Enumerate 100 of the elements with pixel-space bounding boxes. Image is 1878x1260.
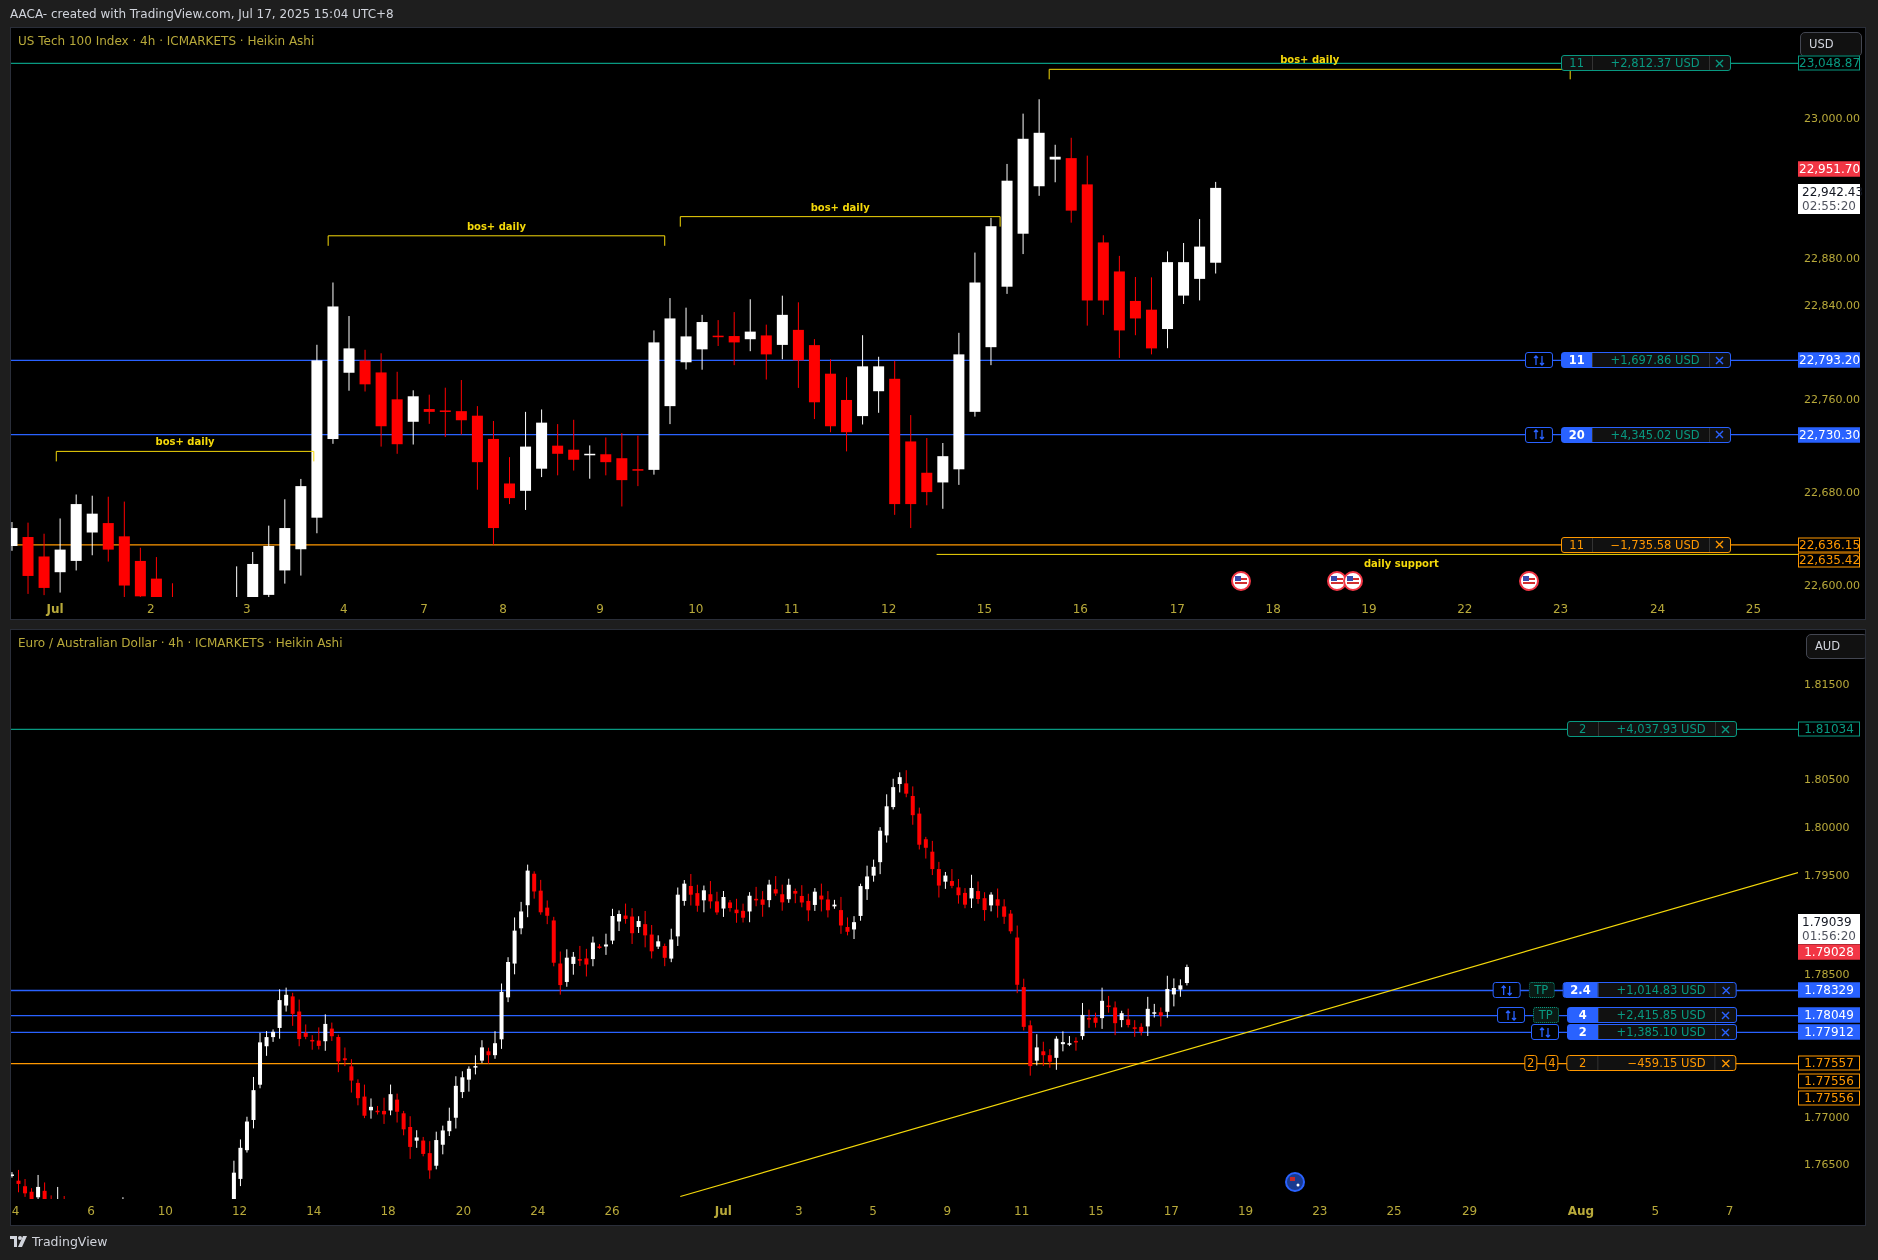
currency-button[interactable]: AUD [1806, 633, 1865, 659]
drawing-label: bos+ daily [810, 201, 870, 213]
date-tick: 7 [1725, 1203, 1734, 1218]
order-pnl: +4,037.93 USD [1598, 722, 1716, 737]
date-tick: 16 [1072, 602, 1088, 617]
price-label: 1.77556 [1798, 1073, 1860, 1089]
price-tick: 1.80500 [1804, 773, 1850, 786]
order-tag[interactable]: 11 +2,812.37 USD [1560, 55, 1731, 72]
date-tick: 12 [231, 1203, 248, 1218]
price-label: 22,793.20 [1798, 352, 1860, 368]
date-tick: 7 [420, 602, 428, 617]
order-pnl: −1,735.58 USD [1592, 537, 1710, 552]
order-pnl: +1,385.10 USD [1598, 1025, 1716, 1040]
price-tick: 22,760.00 [1804, 392, 1860, 406]
drawing-label: bos+ daily [466, 220, 526, 232]
take-profit-button[interactable]: TP [1528, 982, 1555, 999]
date-tick: 3 [242, 602, 251, 617]
date-tick: 26 [604, 1203, 620, 1218]
price-tick: 1.78500 [1804, 967, 1850, 980]
drawing-label: bos+ daily [1280, 53, 1340, 65]
date-tick: 6 [87, 1203, 95, 1218]
price-label: 1.78049 [1798, 1007, 1860, 1023]
price-label: 1.77912 [1798, 1024, 1860, 1040]
date-tick: Jul [714, 1203, 732, 1218]
date-tick: 18 [1265, 602, 1281, 617]
date-tick: 4 [339, 602, 348, 617]
price-label: 22,636.15 [1798, 537, 1860, 553]
current-price: 1.79039 [1802, 915, 1853, 930]
date-tick: 24 [530, 1203, 546, 1218]
stacked-order-tag[interactable]: 4 [1545, 1055, 1559, 1072]
date-tick: 12 [881, 602, 897, 617]
order-tag[interactable]: 11 +1,697.86 USD [1560, 352, 1731, 369]
order-tag[interactable]: 2 +4,037.93 USD [1566, 721, 1737, 738]
take-profit-button[interactable]: TP [1532, 1007, 1559, 1024]
drawing-label: bos+ daily [155, 435, 215, 447]
symbol-legend: Euro / Australian Dollar · 4h · ICMARKETS · Heikin Ashi [18, 635, 343, 650]
order-quantity: 11 [1561, 353, 1593, 368]
price-label: 1.77557 [1798, 1055, 1860, 1071]
drawing-label: daily support [1363, 557, 1439, 569]
price-tick: 1.77000 [1804, 1110, 1850, 1124]
bar-countdown: 01:56:20 [1802, 929, 1857, 944]
date-tick: 10 [688, 602, 704, 617]
last-price-label: 22,951.70 [1798, 161, 1860, 177]
date-tick: 10 [157, 1203, 173, 1218]
symbol-legend: US Tech 100 Index · 4h · ICMARKETS · Heikin Ashi [18, 33, 315, 48]
price-tick: 22,840.00 [1804, 298, 1860, 312]
date-tick: 2 [147, 602, 155, 617]
date-tick: 19 [1361, 602, 1377, 617]
order-quantity: 2 [1567, 1025, 1599, 1040]
price-label: 1.77556 [1798, 1090, 1860, 1106]
order-tag[interactable]: 11 −1,735.58 USD [1560, 536, 1731, 553]
price-tick: 1.79500 [1804, 868, 1850, 882]
order-tag[interactable]: 4 +2,415.85 USD [1566, 1007, 1737, 1024]
date-tick: 14 [306, 1203, 322, 1218]
price-tick: 22,880.00 [1804, 252, 1860, 265]
last-price-label: 1.79028 [1798, 944, 1860, 960]
date-tick: 22 [1457, 602, 1473, 617]
date-tick: 9 [596, 602, 604, 617]
order-tag[interactable]: 2 −459.15 USD [1566, 1055, 1737, 1072]
order-tag[interactable]: 20 +4,345.02 USD [1560, 426, 1731, 443]
date-tick: Aug [1567, 1203, 1595, 1218]
price-label: 1.81034 [1798, 721, 1860, 737]
price-tick: 23,000.00 [1804, 111, 1860, 125]
date-tick: 9 [943, 1203, 952, 1218]
currency-button[interactable]: USD [1800, 31, 1862, 57]
date-tick: 3 [795, 1203, 803, 1218]
date-tick: 25 [1745, 602, 1762, 617]
order-quantity: 11 [1561, 537, 1593, 552]
order-pnl: +1,014.83 USD [1598, 983, 1716, 998]
order-pnl: −459.15 USD [1598, 1056, 1716, 1071]
price-tick: 1.80000 [1804, 820, 1850, 834]
order-quantity: 11 [1561, 56, 1593, 71]
order-quantity: 2 [1567, 1056, 1599, 1071]
stacked-order-tag[interactable]: 2 [1524, 1055, 1538, 1072]
price-label: 22,730.30 [1798, 427, 1860, 443]
price-tick: 1.76500 [1804, 1157, 1850, 1171]
date-tick: 5 [1651, 1203, 1660, 1218]
date-tick: 25 [1386, 1203, 1402, 1218]
order-tag[interactable]: 2.4 +1,014.83 USD [1562, 982, 1737, 999]
price-tick: 22,600.00 [1804, 578, 1860, 592]
date-tick: 23 [1552, 602, 1569, 617]
date-tick: 15 [1088, 1203, 1104, 1218]
date-tick: 5 [869, 1203, 877, 1218]
price-label: 1.78329 [1798, 982, 1860, 998]
bar-countdown: 02:55:20 [1802, 198, 1857, 213]
brand-name: TradingView [32, 1234, 108, 1249]
date-tick: 8 [499, 602, 507, 617]
order-pnl: +2,415.85 USD [1598, 1008, 1716, 1023]
date-tick: 20 [455, 1203, 472, 1218]
order-tag[interactable]: 2 +1,385.10 USD [1566, 1024, 1737, 1041]
order-pnl: +2,812.37 USD [1592, 56, 1710, 71]
date-tick: 29 [1461, 1203, 1478, 1218]
date-tick: 11 [1014, 1203, 1030, 1218]
order-pnl: +1,697.86 USD [1592, 353, 1710, 368]
order-quantity: 2 [1567, 722, 1599, 737]
date-tick: 19 [1237, 1203, 1254, 1218]
price-label: 22,635.42 [1798, 552, 1860, 568]
price-tick: 22,680.00 [1804, 485, 1860, 499]
date-tick: Jul [46, 602, 64, 617]
date-tick: 11 [784, 602, 800, 617]
